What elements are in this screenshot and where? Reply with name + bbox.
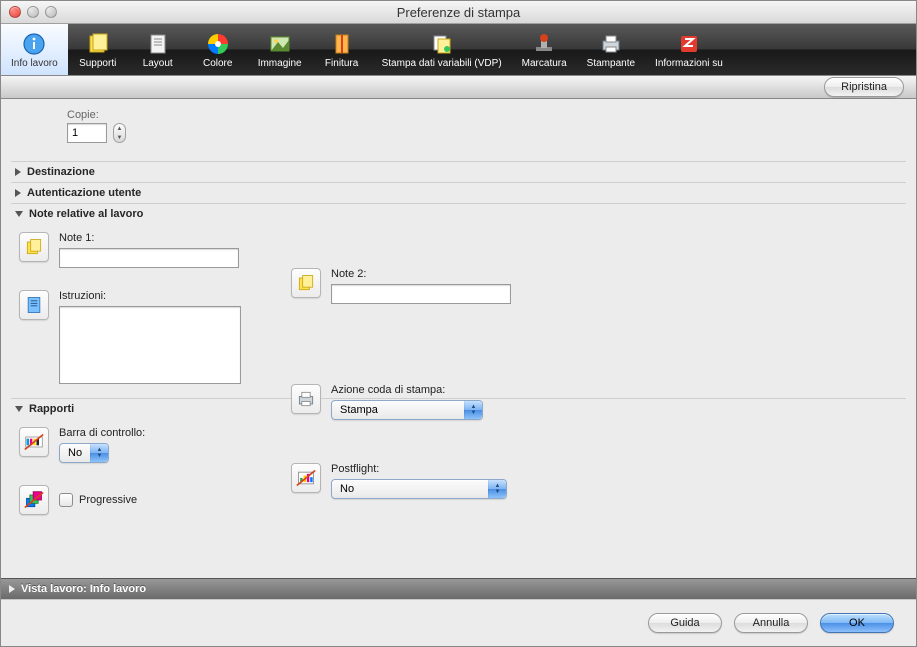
copies-stepper[interactable] <box>113 123 126 143</box>
disclosure-arrow-icon <box>15 189 21 197</box>
tab-marcatura[interactable]: Marcatura <box>512 24 577 75</box>
help-button[interactable]: Guida <box>648 613 722 633</box>
select-arrows-icon <box>90 444 108 462</box>
section-title: Note relative al lavoro <box>29 208 143 220</box>
istruzioni-input[interactable] <box>59 306 241 384</box>
tab-layout[interactable]: Layout <box>128 24 188 75</box>
disclosure-arrow-icon <box>15 406 23 412</box>
note1-label: Note 1: <box>59 232 239 244</box>
section-title: Destinazione <box>27 166 95 178</box>
section-note-body: Note 1: Note 2: <box>11 224 906 398</box>
queue-action-icon <box>291 384 321 414</box>
postflight-icon <box>291 463 321 493</box>
finishing-icon <box>330 32 354 56</box>
note2-label: Note 2: <box>331 268 511 280</box>
postflight-select[interactable]: No <box>331 479 507 499</box>
controlbar-select[interactable]: No <box>59 443 109 463</box>
tab-label: Informazioni su <box>655 58 723 69</box>
tab-label: Stampante <box>587 58 635 69</box>
select-arrows-icon <box>488 480 506 498</box>
statusbar[interactable]: Vista lavoro: Info lavoro <box>1 578 916 599</box>
tab-label: Immagine <box>258 58 302 69</box>
copies-label: Copie: <box>67 109 906 121</box>
restore-button[interactable]: Ripristina <box>824 77 904 97</box>
main-toolbar: Info lavoro Supporti Layout Colore Immag… <box>1 24 916 75</box>
tab-supporti[interactable]: Supporti <box>68 24 128 75</box>
titlebar: Preferenze di stampa <box>1 1 916 24</box>
button-bar: Guida Annulla OK <box>1 599 916 646</box>
tab-label: Marcatura <box>522 58 567 69</box>
note1-icon <box>19 232 49 262</box>
tab-label: Stampa dati variabili (VDP) <box>382 58 502 69</box>
media-icon <box>86 32 110 56</box>
progressive-label: Progressive <box>79 494 137 506</box>
tab-label: Layout <box>143 58 173 69</box>
image-icon <box>268 32 292 56</box>
disclosure-arrow-icon <box>15 168 21 176</box>
queue-action-label: Azione coda di stampa: <box>331 384 483 396</box>
cancel-button[interactable]: Annulla <box>734 613 808 633</box>
tab-label: Finitura <box>325 58 358 69</box>
layout-icon <box>146 32 170 56</box>
printer-icon <box>599 32 623 56</box>
tab-label: Supporti <box>79 58 116 69</box>
controlbar-value: No <box>68 447 82 459</box>
istruzioni-label: Istruzioni: <box>59 290 241 302</box>
tab-informazioni[interactable]: Informazioni su <box>645 24 733 75</box>
section-title: Rapporti <box>29 403 74 415</box>
section-note-header[interactable]: Note relative al lavoro <box>11 203 906 224</box>
disclosure-arrow-icon <box>9 585 15 593</box>
section-title: Autenticazione utente <box>27 187 141 199</box>
tab-vdp[interactable]: Stampa dati variabili (VDP) <box>372 24 512 75</box>
stamp-icon <box>532 32 556 56</box>
content-area: Copie: Destinazione Autenticazione utent… <box>1 99 916 578</box>
tab-info-lavoro[interactable]: Info lavoro <box>1 24 68 75</box>
copies-step-up[interactable] <box>114 124 125 133</box>
queue-action-value: Stampa <box>340 404 378 416</box>
tab-stampante[interactable]: Stampante <box>577 24 645 75</box>
tab-colore[interactable]: Colore <box>188 24 248 75</box>
note1-input[interactable] <box>59 248 239 268</box>
vdp-icon <box>430 32 454 56</box>
tab-immagine[interactable]: Immagine <box>248 24 312 75</box>
tab-label: Colore <box>203 58 232 69</box>
section-destinazione-header[interactable]: Destinazione <box>11 161 906 182</box>
color-wheel-icon <box>206 32 230 56</box>
statusbar-text: Vista lavoro: Info lavoro <box>21 583 146 595</box>
copies-step-down[interactable] <box>114 133 125 142</box>
section-rapporti-body: Barra di controllo: No Postflight: <box>11 419 906 529</box>
progressive-icon <box>19 485 49 515</box>
progressive-checkbox[interactable] <box>59 493 73 507</box>
controlbar-icon <box>19 427 49 457</box>
copies-input[interactable] <box>67 123 107 143</box>
postflight-value: No <box>340 483 354 495</box>
copies-group: Copie: <box>11 109 906 143</box>
sub-toolbar: Ripristina <box>1 75 916 99</box>
postflight-label: Postflight: <box>331 463 507 475</box>
istruzioni-icon <box>19 290 49 320</box>
disclosure-arrow-icon <box>15 211 23 217</box>
about-icon <box>677 32 701 56</box>
select-arrows-icon <box>464 401 482 419</box>
section-autenticazione-header[interactable]: Autenticazione utente <box>11 182 906 203</box>
tab-finitura[interactable]: Finitura <box>312 24 372 75</box>
tab-label: Info lavoro <box>11 58 58 69</box>
ok-button[interactable]: OK <box>820 613 894 633</box>
window-title: Preferenze di stampa <box>1 5 916 20</box>
info-icon <box>22 32 46 56</box>
controlbar-label: Barra di controllo: <box>59 427 145 439</box>
queue-action-select[interactable]: Stampa <box>331 400 483 420</box>
